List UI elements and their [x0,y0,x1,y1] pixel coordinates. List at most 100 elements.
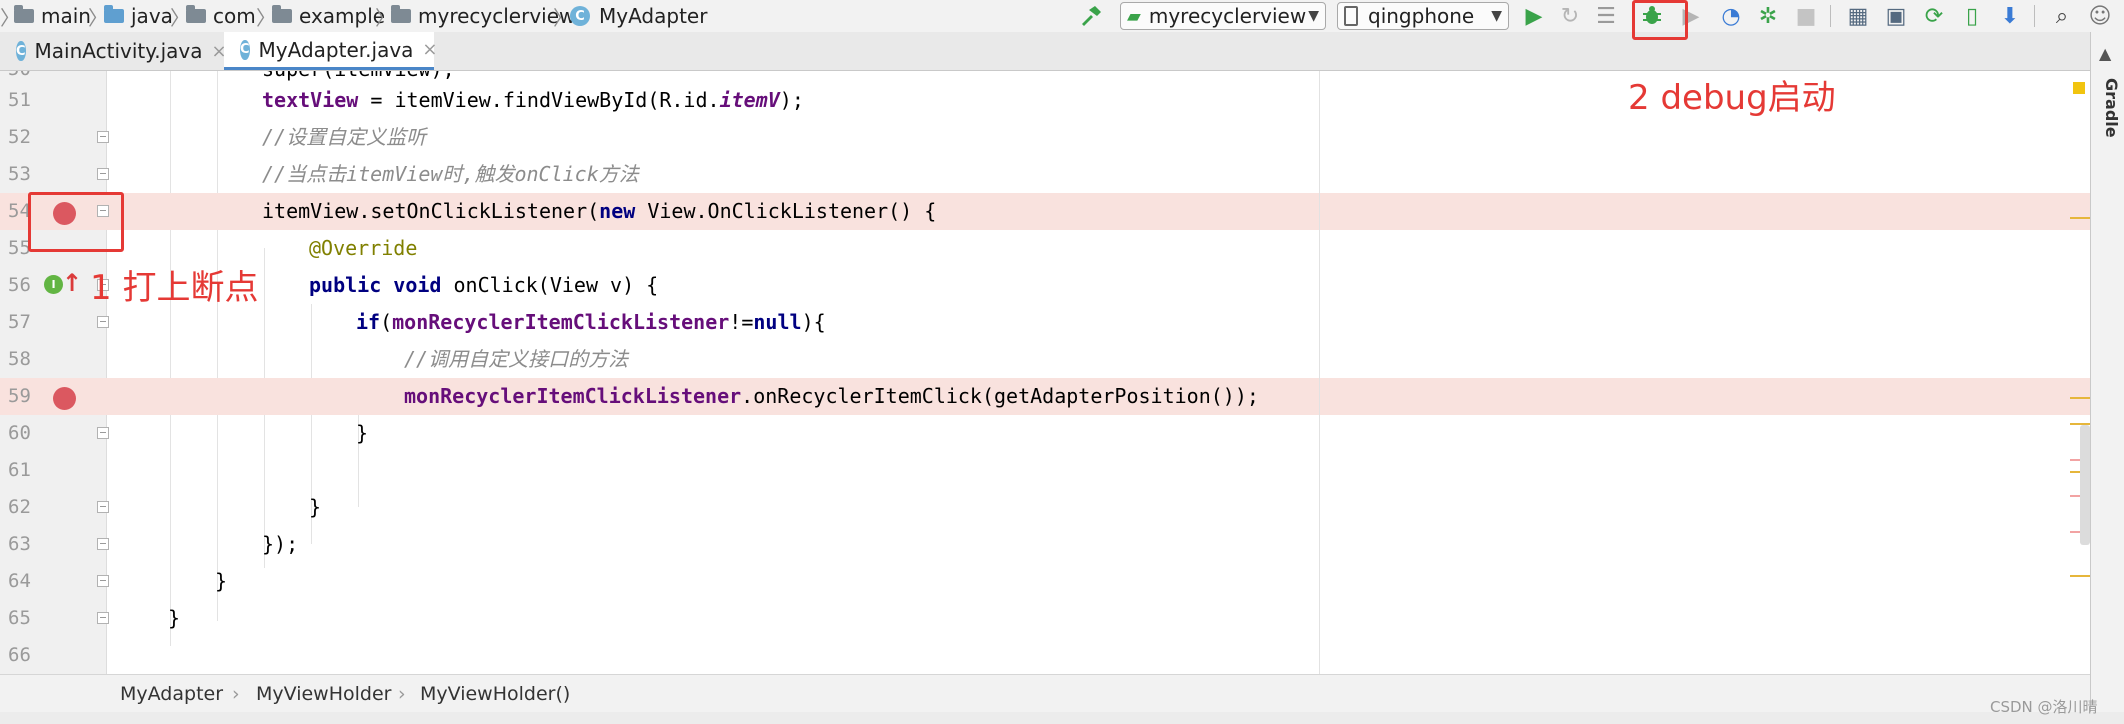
fold-marker-icon[interactable] [97,427,109,439]
code-line[interactable]: 53 //当点击itemView时,触发onClick方法 [0,156,2090,193]
code-line-breakpoint[interactable]: 54 itemView.setOnClickListener(new View.… [0,193,2090,230]
code-breadcrumb-inner-class[interactable]: MyViewHolder [256,675,391,713]
warning-indicator-icon[interactable] [2073,82,2085,94]
editor-tab-bar: C MainActivity.java × C MyAdapter.java × [0,32,2090,71]
code-text: monRecyclerItemClickListener.onRecyclerI… [404,384,1259,408]
phone-icon [1344,6,1358,26]
editor-scrollbar[interactable] [2070,71,2090,674]
sync-gradle-icon[interactable]: ⟳ [1916,0,1952,32]
attach-process-icon[interactable]: ✲ [1750,0,1786,32]
debug-highlight-box [1632,0,1688,40]
fold-marker-icon[interactable] [97,316,109,328]
implements-method-icon[interactable]: I [44,275,63,294]
profiler-icon[interactable]: ◔ [1713,0,1749,32]
code-text: } [309,495,322,519]
chevron-down-icon: ▼ [1491,8,1502,24]
code-text: } [168,606,181,630]
scroll-thumb[interactable] [2080,425,2090,545]
tab-mainactivity[interactable]: C MainActivity.java × [0,32,227,70]
device-manager-icon[interactable]: ▯ [1954,0,1990,32]
android-icon: ▰ [1127,5,1141,27]
breadcrumb-item-com[interactable]: com [186,0,256,32]
chevron-down-icon: ▼ [1308,8,1319,24]
project-structure-icon[interactable]: ▦ [1840,0,1876,32]
fold-marker-icon[interactable] [97,131,109,143]
code-text: itemView.setOnClickListener(new View.OnC… [262,199,937,223]
tab-myadapter[interactable]: C MyAdapter.java × [224,32,438,70]
watermark: CSDN @洛川晴 [1990,698,2098,716]
folder-icon [272,5,292,23]
code-line[interactable]: 62 } [0,489,2090,526]
code-breadcrumb-constructor[interactable]: MyViewHolder() [420,675,570,713]
gradle-elephant-icon: ▲ [2099,44,2112,63]
code-line[interactable]: 63 }); [0,526,2090,563]
account-icon[interactable]: ☺ [2082,0,2118,32]
code-line[interactable]: 52 //设置自定义监听 [0,119,2090,156]
build-hammer-icon[interactable] [1073,0,1109,32]
search-icon[interactable]: ⌕ [2044,0,2080,32]
code-breadcrumb-class[interactable]: MyAdapter [120,675,223,713]
apply-changes-icon[interactable]: ☰ [1588,0,1624,32]
code-text: } [215,569,228,593]
chevron-right-icon: › [232,683,240,705]
arrow-up-icon[interactable]: ↑ [62,269,82,297]
close-icon[interactable]: × [422,39,437,60]
fold-marker-icon[interactable] [97,538,109,550]
code-line[interactable]: 56 I ↑ public void onClick(View v) { [0,267,2090,304]
right-margin-guide [1319,71,1320,674]
class-icon: C [240,39,250,60]
code-text: textView = itemView.findViewById(R.id.it… [262,88,804,112]
code-line[interactable]: 57 if(monRecyclerItemClickListener!=null… [0,304,2090,341]
code-text: public void onClick(View v) { [309,273,659,297]
folder-icon [104,5,124,23]
breadcrumb-item-java[interactable]: java [104,0,173,32]
device-select[interactable]: qingphone ▼ [1337,2,1509,30]
breadcrumb-item-myrecyclerview[interactable]: myrecyclerview [391,0,575,32]
code-line[interactable]: 58 //调用自定义接口的方法 [0,341,2090,378]
sdk-manager-icon[interactable]: ⬇ [1992,0,2028,32]
code-line[interactable]: 65 } [0,600,2090,637]
code-line[interactable]: 55 @Override [0,230,2090,267]
toolbar-divider [1830,5,1831,27]
code-line-breakpoint[interactable]: 59 monRecyclerItemClickListener.onRecycl… [0,378,2090,415]
toolbar-divider [2034,5,2035,27]
gradle-tool-window-strip: ▲ Gradle [2090,32,2124,712]
code-annotation: @Override [309,236,418,260]
code-editor[interactable]: 50 super(itemView); 51 textView = itemVi… [0,71,2090,674]
rerun-icon[interactable]: ↻ [1552,0,1588,32]
run-configuration-select[interactable]: ▰ myrecyclerview ▼ [1120,2,1326,30]
code-text: if(monRecyclerItemClickListener!=null){ [356,310,826,334]
code-comment: //当点击itemView时,触发onClick方法 [262,162,639,186]
class-icon: C [570,6,590,26]
code-line[interactable]: 66 [0,637,2090,674]
code-breadcrumb-bar: MyAdapter › MyViewHolder › MyViewHolder(… [0,674,2090,713]
fold-marker-icon[interactable] [97,168,109,180]
fold-marker-icon[interactable] [97,501,109,513]
code-line[interactable]: 61 [0,452,2090,489]
gradle-tool-button[interactable]: Gradle [2095,78,2121,138]
fold-marker-icon[interactable] [97,575,109,587]
code-line[interactable]: 60 } [0,415,2090,452]
class-icon: C [16,41,26,61]
scroll-marker [2070,575,2090,577]
run-icon[interactable]: ▶ [1516,0,1552,32]
breadcrumb-item-example[interactable]: example [272,0,385,32]
breadcrumb-item-main[interactable]: main [14,0,91,32]
stop-icon[interactable]: ■ [1788,0,1824,32]
fold-marker-icon[interactable] [97,612,109,624]
breakpoint-highlight-box [28,192,124,252]
code-comment: //设置自定义监听 [262,125,427,149]
code-comment: //调用自定义接口的方法 [404,347,629,371]
scroll-marker [2070,217,2090,219]
chevron-right-icon: › [398,683,406,705]
navigation-bar: 〉 main 〉 java 〉 com 〉 example 〉 myrecycl… [0,0,2124,33]
code-text: } [356,421,369,445]
folder-icon [186,5,206,23]
breakpoint-icon[interactable] [53,387,76,410]
avd-manager-icon[interactable]: ▣ [1878,0,1914,32]
breadcrumb-item-myadapter[interactable]: C MyAdapter [570,0,707,32]
code-text: }); [262,532,299,556]
code-line[interactable]: 64 } [0,563,2090,600]
folder-icon [391,5,411,23]
annotation-step-1: 1 打上断点 [90,268,259,308]
